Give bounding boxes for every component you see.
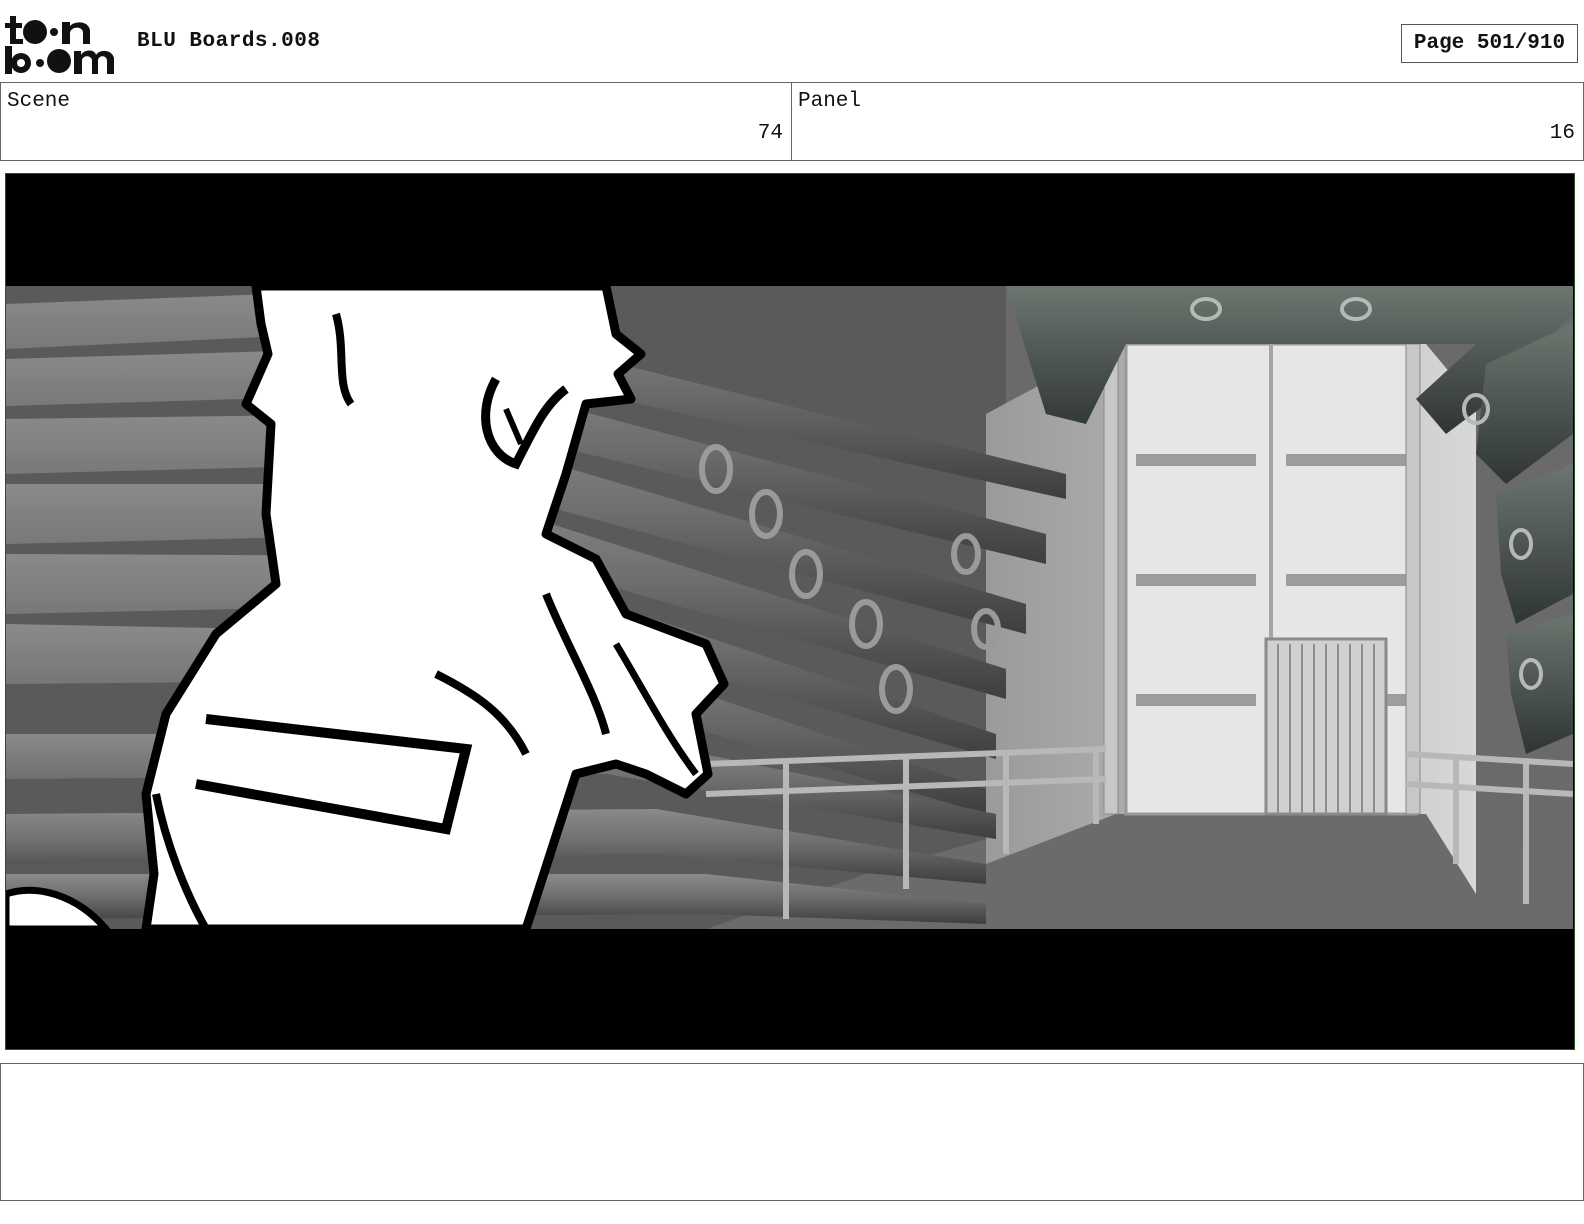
storyboard-panel-image xyxy=(6,174,1573,1048)
panel-number: 16 xyxy=(1549,122,1575,145)
document-title: BLU Boards.008 xyxy=(137,30,321,53)
page-number: Page 501/910 xyxy=(1401,24,1578,63)
panel-label: Panel xyxy=(798,90,862,113)
toon-boom-logo xyxy=(5,16,114,74)
scene-number: 74 xyxy=(757,122,783,145)
scene-label: Scene xyxy=(7,90,71,113)
scene-cell: Scene 74 xyxy=(0,83,792,160)
panel-notes-box xyxy=(0,1063,1584,1201)
scene-panel-info-row: Scene 74 Panel 16 xyxy=(0,82,1584,161)
panel-cell: Panel 16 xyxy=(792,83,1584,160)
letterbox-bottom xyxy=(6,929,1573,1048)
storyboard-frame xyxy=(5,173,1575,1050)
letterbox-top xyxy=(6,174,1573,286)
